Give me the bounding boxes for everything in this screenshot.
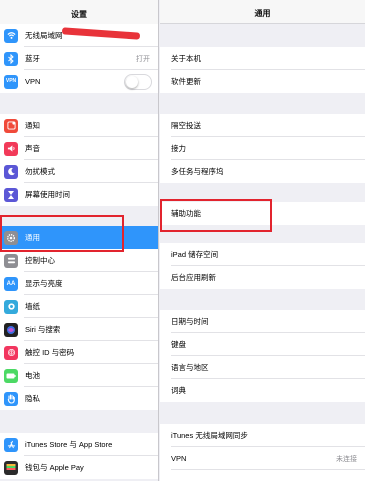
sidebar-item-label: 电池 [25,371,40,380]
wifi-icon [4,28,18,43]
sidebar-item-sounds[interactable]: 声音 [0,137,158,160]
row-label: 日期与时间 [171,317,209,326]
vpn-status: 未连接 [336,455,357,463]
hand-icon [4,391,18,406]
control-center-icon [4,253,18,268]
sidebar-item-notifications[interactable]: 通知 [0,114,158,137]
sidebar-item-label: 显示与亮度 [25,279,63,288]
settings-sidebar: 设置 无线局域网 蓝牙 打开 VPN VPN 通知 声音 勿扰模式 屏幕使用时间… [0,0,159,481]
sidebar-item-siri[interactable]: Siri 与搜索 [0,318,158,341]
row-keyboard[interactable]: 键盘 [160,333,365,356]
sidebar-item-vpn[interactable]: VPN VPN [0,70,158,93]
sidebar-item-label: 蓝牙 [25,54,40,63]
sidebar-item-label: iTunes Store 与 App Store [25,440,113,449]
fingerprint-icon [4,345,18,360]
siri-icon [4,322,18,337]
sidebar-item-label: 通知 [25,121,40,130]
row-label: 软件更新 [171,77,201,86]
display-icon: AA [4,276,18,291]
sidebar-item-wallpaper[interactable]: 墙纸 [0,295,158,318]
row-profile-partial [160,470,365,481]
row-label: 隔空投送 [171,121,201,130]
bluetooth-status: 打开 [136,55,150,63]
row-itunes-wifi-sync[interactable]: iTunes 无线局域网同步 [160,424,365,447]
hourglass-icon [4,187,18,202]
sidebar-item-touch-id[interactable]: 触控 ID 与密码 [0,341,158,364]
battery-icon [4,368,18,383]
notification-icon [4,118,18,133]
sidebar-item-label: Siri 与搜索 [25,325,61,334]
row-label: 多任务与程序坞 [171,167,224,176]
sidebar-item-label: 屏幕使用时间 [25,190,70,199]
row-date-time[interactable]: 日期与时间 [160,310,365,333]
row-label: 关于本机 [171,54,201,63]
row-label: 接力 [171,144,186,153]
sidebar-item-label: 勿扰模式 [25,167,55,176]
sound-icon [4,141,18,156]
sidebar-item-label: 钱包与 Apple Pay [25,463,84,472]
wallpaper-icon [4,299,18,314]
row-ipad-storage[interactable]: iPad 储存空间 [160,243,365,266]
sidebar-item-label: 隐私 [25,394,40,403]
sidebar-item-dnd[interactable]: 勿扰模式 [0,160,158,183]
vpn-icon: VPN [4,74,18,89]
sidebar-item-label: 墙纸 [25,302,40,311]
sidebar-item-screen-time[interactable]: 屏幕使用时间 [0,183,158,206]
general-panel: 通用 关于本机 软件更新 隔空投送 接力 多任务与程序坞 辅助功能 iPad 储… [160,0,365,481]
app-store-icon [4,437,18,452]
row-background-refresh[interactable]: 后台应用刷新 [160,266,365,289]
row-label: iTunes 无线局域网同步 [171,431,248,440]
sidebar-item-label: 控制中心 [25,256,55,265]
highlight-box-general [0,215,124,252]
panel-title: 通用 [160,0,365,24]
row-label: VPN [171,454,187,463]
row-airdrop[interactable]: 隔空投送 [160,114,365,137]
wallet-icon [4,460,18,475]
row-about[interactable]: 关于本机 [160,47,365,70]
sidebar-item-control-center[interactable]: 控制中心 [0,249,158,272]
sidebar-item-battery[interactable]: 电池 [0,364,158,387]
row-multitasking[interactable]: 多任务与程序坞 [160,160,365,183]
sidebar-item-label: 声音 [25,144,40,153]
sidebar-item-display[interactable]: AA 显示与亮度 [0,272,158,295]
row-vpn[interactable]: VPN 未连接 [160,447,365,470]
bluetooth-icon [4,51,18,66]
row-language-region[interactable]: 语言与地区 [160,356,365,379]
sidebar-item-bluetooth[interactable]: 蓝牙 打开 [0,47,158,70]
sidebar-item-label: 触控 ID 与密码 [25,348,75,357]
row-label: 语言与地区 [171,363,209,372]
sidebar-item-privacy[interactable]: 隐私 [0,387,158,410]
row-software-update[interactable]: 软件更新 [160,70,365,93]
row-label: iPad 储存空间 [171,250,219,259]
row-label: 词典 [171,386,186,395]
row-label: 键盘 [171,340,186,349]
row-handoff[interactable]: 接力 [160,137,365,160]
sidebar-item-label: VPN [25,77,41,86]
sidebar-item-wallet[interactable]: 钱包与 Apple Pay [0,456,158,479]
vpn-toggle[interactable] [124,73,152,90]
highlight-box-accessibility [160,199,272,232]
row-label: 后台应用刷新 [171,273,216,282]
row-dictionary[interactable]: 词典 [160,379,365,402]
sidebar-title: 设置 [0,0,158,24]
moon-icon [4,164,18,179]
sidebar-item-app-store[interactable]: iTunes Store 与 App Store [0,433,158,456]
